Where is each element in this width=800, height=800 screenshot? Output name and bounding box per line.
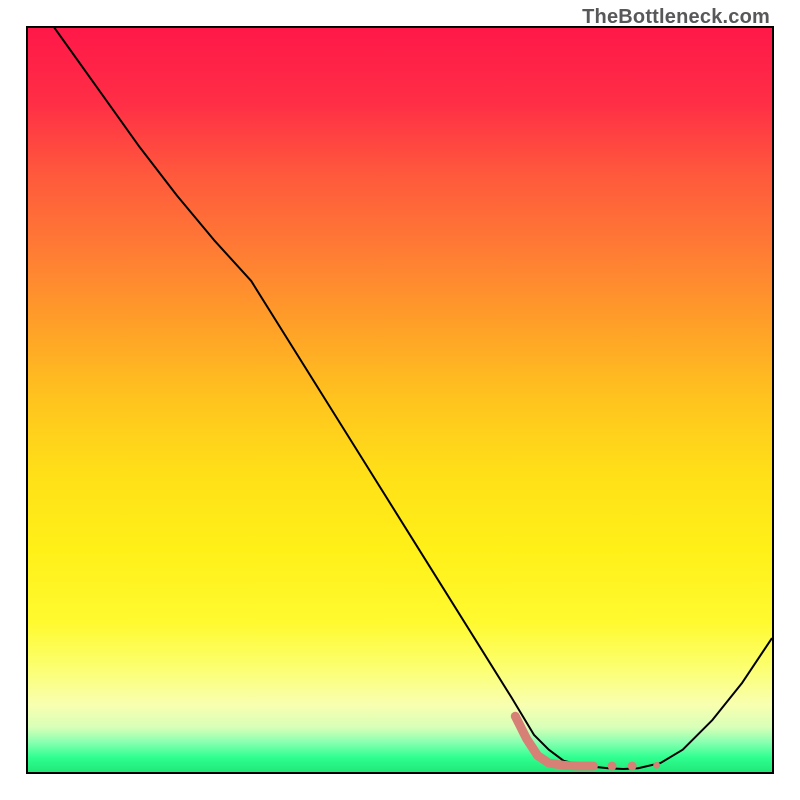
value-curve xyxy=(28,28,772,769)
chart-svg xyxy=(28,28,772,772)
chart-container: TheBottleneck.com xyxy=(0,0,800,800)
salmon-dot-1 xyxy=(608,762,617,771)
plot-area xyxy=(26,26,774,774)
salmon-dot-3 xyxy=(653,762,660,769)
salmon-dot-2 xyxy=(628,762,637,771)
